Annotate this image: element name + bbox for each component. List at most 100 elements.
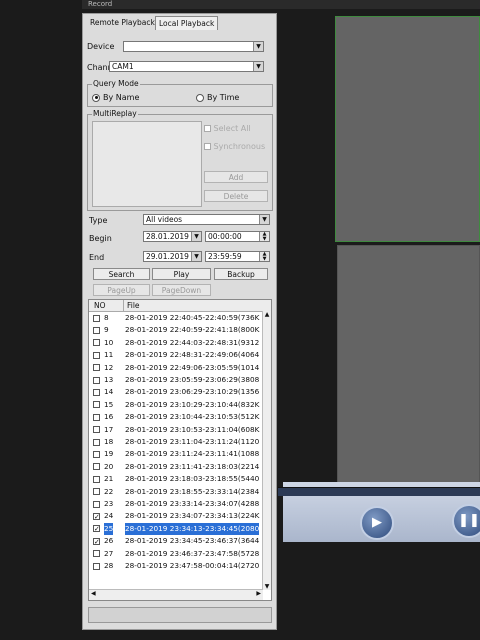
row-checkbox[interactable] — [93, 511, 100, 523]
end-time-input[interactable]: 23:59:59 ▲ ▼ — [205, 251, 270, 262]
table-row[interactable]: 12 28-01-2019 22:49:06-23:05:59(1014 — [89, 362, 265, 374]
by-name-radio[interactable]: By Name — [92, 93, 139, 102]
table-row[interactable]: 16 28-01-2019 23:10:44-23:10:53(512K — [89, 411, 265, 423]
row-number: 16 — [104, 412, 114, 422]
table-row[interactable]: 19 28-01-2019 23:11:24-23:11:41(1088 — [89, 448, 265, 460]
type-select[interactable]: All videos ▼ — [143, 214, 270, 225]
video-pane-2[interactable] — [337, 245, 480, 485]
column-file[interactable]: File — [123, 300, 140, 311]
column-no[interactable]: NO — [94, 300, 106, 311]
delete-button[interactable]: Delete — [204, 190, 268, 202]
chevron-down-icon[interactable]: ▼ — [191, 232, 201, 241]
chevron-down-icon[interactable]: ▼ — [191, 252, 201, 261]
end-date-value: 29.01.2019 — [146, 252, 189, 261]
table-row[interactable]: 20 28-01-2019 23:11:41-23:18:03(2214 — [89, 461, 265, 473]
row-file: 28-01-2019 23:11:04-23:11:24(1120 — [125, 437, 260, 446]
table-row[interactable]: 17 28-01-2019 23:10:53-23:11:04(608K — [89, 424, 265, 436]
end-date-picker[interactable]: 29.01.2019 ▼ — [143, 251, 202, 262]
row-file: 28-01-2019 23:05:59-23:06:29(3808 — [125, 375, 260, 384]
row-checkbox[interactable] — [93, 550, 100, 558]
row-checkbox[interactable] — [93, 339, 100, 347]
chevron-down-icon[interactable]: ▼ — [253, 42, 263, 51]
device-select[interactable]: ▼ — [123, 41, 264, 52]
synchronous-label: Synchronous — [213, 142, 266, 151]
table-row[interactable]: 15 28-01-2019 23:10:29-23:10:44(832K — [89, 399, 265, 411]
row-checkbox[interactable] — [93, 413, 100, 421]
row-checkbox[interactable] — [93, 488, 100, 496]
row-checkbox[interactable] — [93, 376, 100, 384]
scroll-down-icon[interactable]: ▼ — [263, 583, 271, 590]
row-checkbox[interactable] — [93, 426, 100, 434]
chevron-down-icon[interactable]: ▼ — [259, 215, 269, 224]
row-checkbox[interactable] — [93, 562, 100, 570]
page-down-button[interactable]: PageDown — [152, 284, 211, 296]
row-checkbox[interactable] — [93, 388, 100, 396]
video-pane-1[interactable] — [335, 16, 480, 242]
synchronous-checkbox[interactable]: Synchronous — [204, 142, 265, 151]
spin-icon[interactable]: ▲ ▼ — [259, 232, 269, 241]
radio-icon — [92, 93, 100, 102]
row-checkbox[interactable] — [93, 401, 100, 409]
table-row[interactable]: 13 28-01-2019 23:05:59-23:06:29(3808 — [89, 374, 265, 386]
begin-date-picker[interactable]: 28.01.2019 ▼ — [143, 231, 202, 242]
table-row[interactable]: 23 28-01-2019 23:33:14-23:34:07(4288 — [89, 498, 265, 510]
scroll-left-icon[interactable]: ◀ — [91, 590, 96, 597]
file-table[interactable]: NO File 8 28-01-2019 22:40:45-22:40:59(73… — [88, 299, 272, 601]
chevron-down-icon[interactable]: ▼ — [253, 62, 263, 71]
table-row[interactable]: 27 28-01-2019 23:46:37-23:47:58(5728 — [89, 548, 265, 560]
backup-button[interactable]: Backup — [214, 268, 268, 280]
table-row[interactable]: 28 28-01-2019 23:47:58-00:04:14(2720 — [89, 560, 265, 572]
table-row[interactable]: 24 28-01-2019 23:34:07-23:34:13(224K — [89, 510, 265, 523]
seek-bar[interactable] — [278, 487, 480, 496]
select-all-checkbox[interactable]: Select All — [204, 124, 251, 133]
row-number: 19 — [104, 449, 114, 459]
row-checkbox[interactable] — [93, 314, 100, 322]
channel-select[interactable]: CAM1 ▼ — [109, 61, 264, 72]
row-checkbox[interactable] — [93, 500, 100, 508]
search-button[interactable]: Search — [93, 268, 150, 280]
table-row[interactable]: 10 28-01-2019 22:44:03-22:48:31(9312 — [89, 337, 265, 349]
table-row[interactable]: 8 28-01-2019 22:40:45-22:40:59(736K — [89, 312, 265, 324]
table-row[interactable]: 9 28-01-2019 22:40:59-22:41:18(800K — [89, 324, 265, 336]
begin-time-input[interactable]: 00:00:00 ▲ ▼ — [205, 231, 270, 242]
tab-local-playback[interactable]: Local Playback — [155, 16, 219, 30]
table-row[interactable]: 21 28-01-2019 23:18:03-23:18:55(5440 — [89, 473, 265, 485]
scroll-right-icon[interactable]: ▶ — [256, 590, 261, 597]
vertical-scrollbar[interactable]: ▲ ▼ — [262, 311, 271, 590]
row-number: 10 — [104, 337, 114, 347]
row-checkbox[interactable] — [93, 536, 100, 548]
row-number: 23 — [104, 499, 114, 508]
row-checkbox[interactable] — [93, 351, 100, 359]
spin-icon[interactable]: ▲ ▼ — [259, 252, 269, 261]
table-row[interactable]: 25 28-01-2019 23:34:13-23:34:45(2080 — [89, 522, 265, 536]
query-mode-title: Query Mode — [92, 79, 140, 88]
by-time-label: By Time — [207, 93, 240, 102]
horizontal-scrollbar[interactable]: ◀ ▶ — [89, 589, 263, 600]
row-file: 28-01-2019 22:40:45-22:40:59(736K — [125, 313, 260, 322]
pause-icon[interactable]: ❚❚ — [452, 504, 480, 538]
play-icon[interactable]: ▶ — [360, 506, 394, 540]
scroll-up-icon[interactable]: ▲ — [263, 311, 271, 318]
row-checkbox[interactable] — [93, 438, 100, 446]
row-checkbox[interactable] — [93, 450, 100, 458]
row-number: 14 — [104, 387, 114, 397]
row-checkbox[interactable] — [93, 523, 100, 535]
table-row[interactable]: 26 28-01-2019 23:34:45-23:46:37(3644 — [89, 535, 265, 548]
row-checkbox[interactable] — [93, 326, 100, 334]
row-checkbox[interactable] — [93, 364, 100, 372]
tab-remote-playback[interactable]: Remote Playback — [87, 16, 158, 29]
play-button[interactable]: Play — [152, 268, 211, 280]
status-bar — [88, 607, 272, 623]
add-button[interactable]: Add — [204, 171, 268, 183]
row-number: 26 — [104, 536, 114, 546]
by-time-radio[interactable]: By Time — [196, 93, 239, 102]
table-row[interactable]: 22 28-01-2019 23:18:55-23:33:14(2384 — [89, 486, 265, 498]
multireplay-list[interactable] — [92, 121, 202, 207]
table-row[interactable]: 14 28-01-2019 23:06:29-23:10:29(1356 — [89, 386, 265, 398]
row-checkbox[interactable] — [93, 463, 100, 471]
row-checkbox[interactable] — [93, 475, 100, 483]
table-row[interactable]: 11 28-01-2019 22:48:31-22:49:06(4064 — [89, 349, 265, 361]
page-up-button[interactable]: PageUp — [93, 284, 150, 296]
row-number: 28 — [104, 561, 114, 570]
table-row[interactable]: 18 28-01-2019 23:11:04-23:11:24(1120 — [89, 436, 265, 448]
